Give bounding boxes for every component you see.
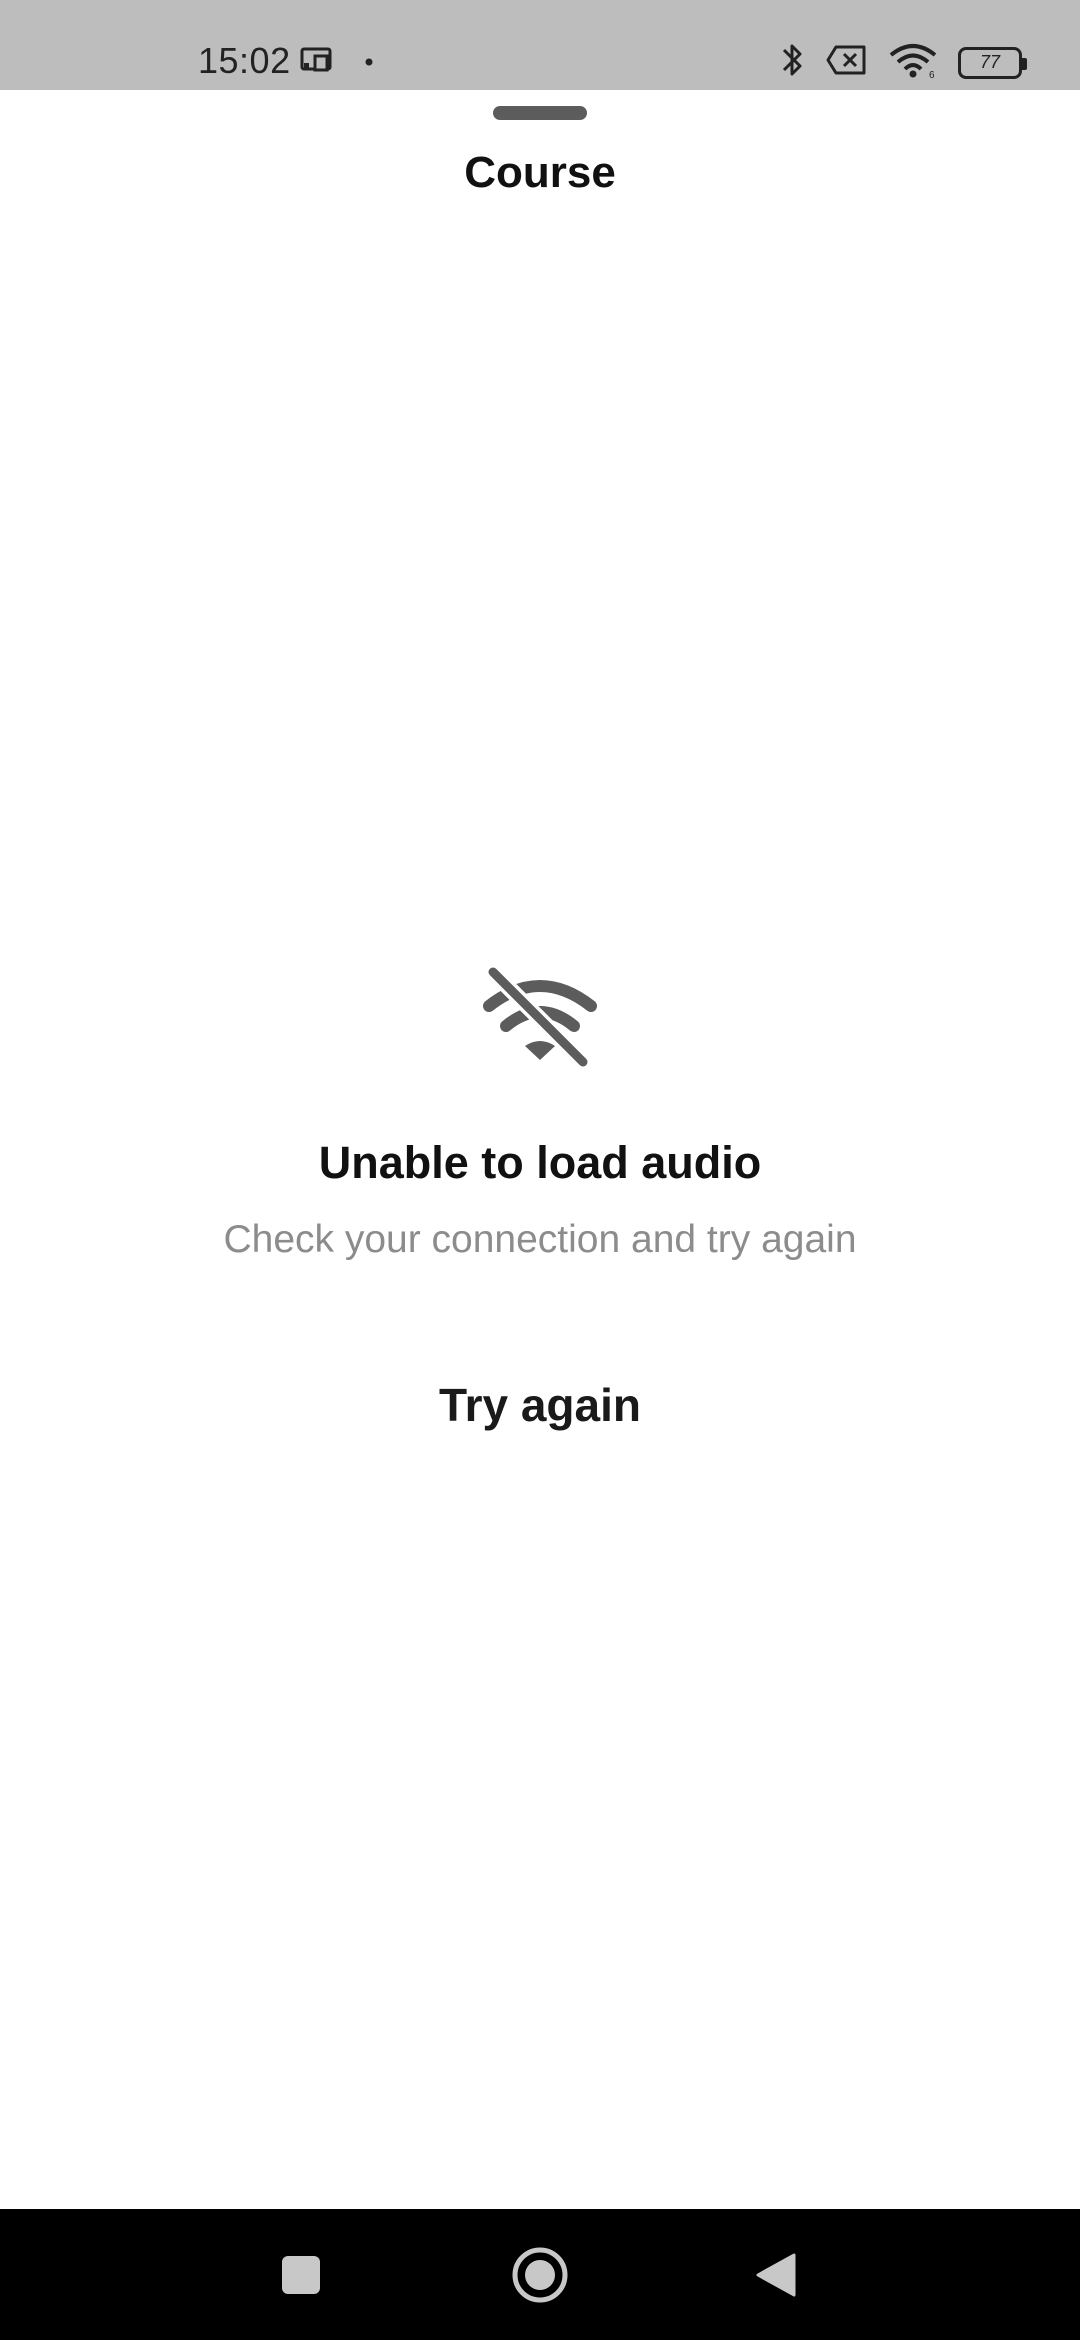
page-title: Course xyxy=(464,148,616,197)
error-subtitle: Check your connection and try again xyxy=(223,1218,857,1261)
wifi-icon: 6 xyxy=(888,41,938,84)
error-title: Unable to load audio xyxy=(318,1137,762,1188)
home-button[interactable] xyxy=(480,2209,600,2340)
status-bar: 15:02 6 77 xyxy=(0,0,1080,90)
battery-level: 77 xyxy=(979,52,1001,72)
wifi-off-icon xyxy=(479,964,601,1072)
status-time: 15:02 xyxy=(198,40,291,81)
screen: 15:02 6 77 Course Unable to load audio C… xyxy=(0,0,1080,2340)
back-button[interactable] xyxy=(716,2209,836,2340)
sim-error-icon xyxy=(826,44,868,81)
screen-cast-icon xyxy=(300,46,334,79)
svg-text:6: 6 xyxy=(929,70,935,79)
navigation-bar xyxy=(0,2209,1080,2340)
recents-icon xyxy=(282,2255,320,2294)
sheet-drag-handle[interactable] xyxy=(493,106,587,120)
status-right-icons: 6 77 xyxy=(778,40,1027,85)
status-left-icons xyxy=(300,46,374,79)
try-again-button[interactable]: Try again xyxy=(390,1365,690,1445)
notification-dot-icon xyxy=(364,54,374,72)
back-icon xyxy=(756,2253,796,2296)
battery-icon: 77 xyxy=(958,46,1027,79)
recents-button[interactable] xyxy=(241,2209,361,2340)
bluetooth-icon xyxy=(778,40,806,85)
home-icon xyxy=(512,2247,568,2302)
